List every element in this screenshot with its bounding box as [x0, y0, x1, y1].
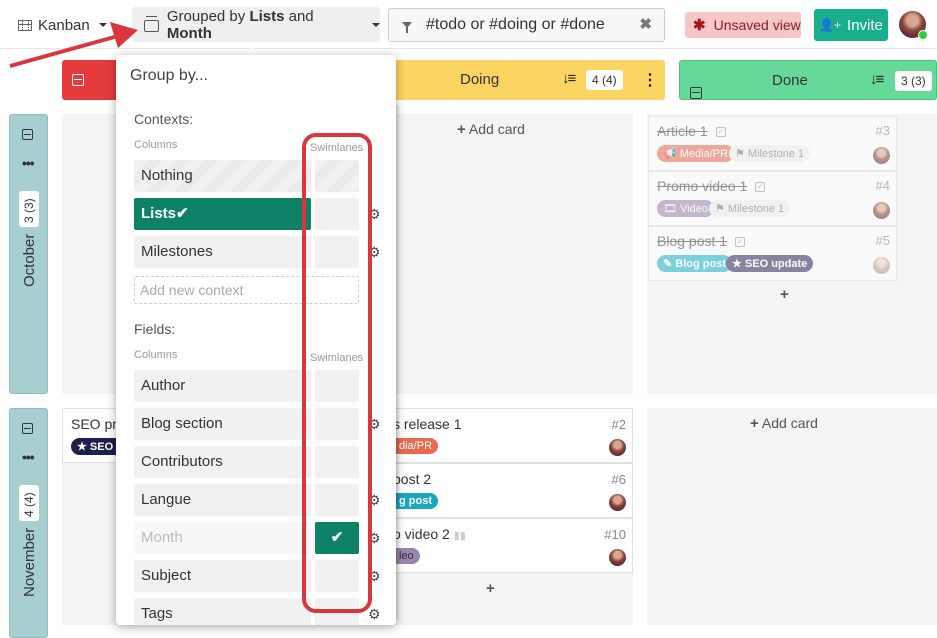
sort-icon[interactable]: ↓≡: [870, 71, 884, 88]
card-number: #4: [875, 178, 890, 193]
caret-down-icon: [372, 22, 380, 27]
plus-icon: +: [780, 286, 789, 303]
filter-value: #todo or #doing or #done: [426, 16, 605, 33]
card[interactable]: Blog post 1 ✓ #5 ✎ Blog post ★ SEO update: [648, 226, 897, 281]
card-title: Article 1 ✓: [657, 123, 726, 139]
check-icon: ✔: [176, 205, 189, 222]
card-title: Promo video 1 ✓: [657, 178, 766, 194]
swimlane-title: October: [21, 233, 38, 287]
tag-blog-post: ✎ Blog post: [657, 255, 732, 272]
more-options-icon[interactable]: •••: [22, 449, 35, 465]
annotation-highlight-swimlanes: [302, 133, 372, 613]
assignee-avatar: [609, 549, 626, 566]
column-option-author[interactable]: Author: [134, 370, 311, 402]
swimlane-title: November: [21, 527, 38, 597]
plus-icon: +: [750, 415, 759, 432]
cell-october-done: Article 1 ✓ #3 📢 Media/PR ⚑ Milestone 1 P…: [647, 114, 937, 394]
online-status-indicator: [918, 30, 928, 40]
user-plus-icon: 👤+: [819, 18, 842, 32]
card-title: s release 1: [393, 416, 462, 432]
card-number: #6: [611, 472, 626, 487]
card-number: #3: [875, 123, 890, 138]
annotation-arrow-icon: [9, 22, 138, 68]
group-by-button[interactable]: Grouped by Lists and Month: [132, 7, 380, 42]
card[interactable]: o video 2 ▮▮ #10 leo: [392, 518, 633, 573]
cell-november-done: + Add card: [647, 408, 937, 625]
column-option-nothing[interactable]: Nothing: [134, 160, 311, 192]
assignee-avatar: [873, 202, 890, 219]
tag-milestone: ⚑ Milestone 1: [709, 200, 791, 217]
pause-icon: ▮▮: [453, 530, 466, 542]
column-option-blog-section[interactable]: Blog section: [134, 408, 311, 440]
tag-milestone: ⚑ Milestone 1: [729, 145, 811, 162]
group-by-label: Grouped by Lists and Month: [166, 7, 314, 42]
assignee-avatar: [609, 494, 626, 511]
asterisk-icon: ✱: [693, 17, 706, 34]
column-option-month: Month: [134, 522, 311, 554]
unsaved-view-badge[interactable]: ✱ Unsaved view: [685, 12, 801, 38]
assignee-avatar: [609, 439, 626, 456]
swimlane-count: 4 (4): [19, 485, 39, 521]
card-title: Blog post 1 ✓: [657, 233, 746, 249]
collapse-icon[interactable]: [22, 423, 33, 434]
plus-icon: +: [457, 121, 466, 138]
unsaved-view-label: Unsaved view: [713, 17, 801, 33]
invite-label: Invite: [847, 16, 883, 34]
filter-input[interactable]: #todo or #doing or #done ✖: [388, 8, 665, 42]
column-option-milestones[interactable]: Milestones: [134, 236, 311, 268]
cell-november-doing: s release 1 #2 dia/PR post 2 #6 g post o…: [392, 408, 633, 625]
funnel-icon: [402, 22, 412, 33]
card-number: #2: [611, 417, 626, 432]
card[interactable]: post 2 #6 g post: [392, 463, 633, 518]
add-card-button[interactable]: + Add card: [457, 121, 525, 138]
column-option-subject[interactable]: Subject: [134, 560, 311, 592]
checkbox-icon: ✓: [755, 182, 766, 193]
column-option-langue[interactable]: Langue: [134, 484, 311, 516]
card-title: o video 2 ▮▮: [393, 526, 466, 542]
cell-october-doing: + Add card: [392, 114, 633, 394]
swimlane-header-october: ••• 3 (3) October: [9, 114, 48, 394]
collapse-icon[interactable]: [690, 87, 702, 99]
columns-label: Columns: [134, 139, 178, 151]
plus-icon: +: [486, 580, 495, 597]
card[interactable]: Article 1 ✓ #3 📢 Media/PR ⚑ Milestone 1: [648, 116, 897, 171]
swimlane-header-november: ••• 4 (4) November: [9, 408, 48, 638]
column-option-tags[interactable]: Tags: [134, 598, 311, 625]
assignee-avatar: [873, 257, 890, 274]
column-count: 3 (3): [895, 71, 932, 91]
invite-button[interactable]: 👤+ Invite: [814, 9, 888, 41]
tag-seo-update: ★ SEO update: [726, 255, 814, 272]
more-options-icon[interactable]: ⋮: [642, 70, 658, 90]
fields-label: Fields:: [134, 321, 176, 337]
add-card-button[interactable]: +: [486, 580, 495, 597]
more-options-icon[interactable]: •••: [22, 155, 35, 171]
tag-video: 🎞 Video: [657, 200, 714, 217]
card[interactable]: s release 1 #2 dia/PR: [392, 408, 633, 463]
gear-icon[interactable]: ⚙: [368, 606, 381, 623]
checkbox-icon: ✓: [715, 127, 726, 138]
column-header-doing: Doing ↓≡ 4 (4) ⋮: [392, 60, 665, 100]
column-option-lists[interactable]: Lists✔: [134, 198, 311, 230]
column-title: Doing: [460, 71, 500, 88]
columns-label: Columns: [134, 349, 178, 361]
checkbox-icon: ✓: [735, 237, 746, 248]
column-header-done: Done ↓≡ 3 (3): [679, 60, 937, 100]
swimlane-count: 3 (3): [19, 191, 39, 227]
card[interactable]: Promo video 1 ✓ #4 🎞 Video ⚑ Milestone 1: [648, 171, 897, 226]
add-card-button[interactable]: +: [780, 286, 789, 303]
add-card-button[interactable]: + Add card: [750, 415, 818, 432]
column-title: Done: [772, 72, 808, 89]
sort-icon[interactable]: ↓≡: [562, 70, 576, 87]
column-option-contributors[interactable]: Contributors: [134, 446, 311, 478]
assignee-avatar: [873, 147, 890, 164]
contexts-label: Contexts:: [134, 111, 194, 127]
collapse-icon[interactable]: [22, 129, 33, 140]
card-number: #10: [604, 527, 626, 542]
card-number: #5: [875, 233, 890, 248]
close-icon[interactable]: ✖: [639, 15, 652, 33]
column-count: 4 (4): [586, 70, 623, 90]
tag-media-pr: 📢 Media/PR: [657, 145, 735, 162]
